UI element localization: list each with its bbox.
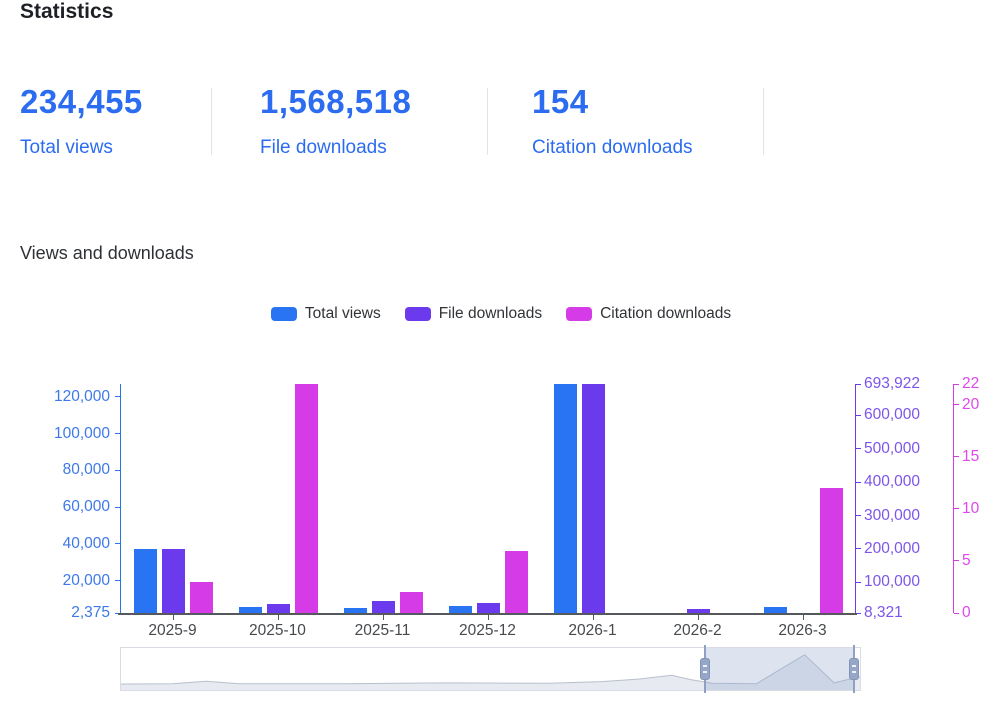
bar-total-views-2025-9[interactable]: [134, 549, 157, 613]
y-axis-label: 400,000: [864, 473, 954, 491]
y-axis-label: 120,000: [20, 388, 110, 406]
y-axis-tick: [954, 508, 959, 509]
bar-citation-downloads-2025-9[interactable]: [190, 582, 213, 613]
x-axis-tick: [803, 615, 804, 620]
y-axis-label: 22: [962, 375, 1002, 393]
y-axis-citations: [953, 384, 954, 613]
y-axis-tick: [115, 580, 120, 581]
bar-file-downloads-2025-10[interactable]: [267, 604, 290, 613]
x-axis-label: 2025-11: [338, 622, 428, 640]
x-axis-tick: [488, 615, 489, 620]
x-axis-label: 2025-9: [128, 622, 218, 640]
datazoom-right-handle[interactable]: [849, 658, 859, 680]
y-axis-tick: [856, 582, 861, 583]
y-axis-label: 60,000: [20, 498, 110, 516]
x-axis-tick: [173, 615, 174, 620]
x-axis-label: 2025-10: [233, 622, 323, 640]
y-axis-label: 0: [962, 604, 1002, 622]
y-axis-tick: [115, 507, 120, 508]
datazoom-window[interactable]: [706, 648, 856, 690]
datazoom-track[interactable]: [120, 647, 861, 691]
y-axis-tick: [115, 396, 120, 397]
y-axis-tick: [954, 560, 959, 561]
bar-citation-downloads-2025-11[interactable]: [400, 592, 423, 613]
bar-total-views-2026-1[interactable]: [554, 384, 577, 613]
x-axis-label: 2026-1: [548, 622, 638, 640]
y-axis-tick: [954, 613, 959, 614]
x-axis-tick: [278, 615, 279, 620]
y-axis-tick: [856, 515, 861, 516]
y-axis-label: 100,000: [864, 573, 954, 591]
y-axis-tick: [954, 384, 959, 385]
y-axis-label: 600,000: [864, 406, 954, 424]
bar-total-views-2025-12[interactable]: [449, 606, 472, 613]
y-axis-label: 8,321: [864, 604, 954, 622]
y-axis-tick: [856, 448, 861, 449]
bar-file-downloads-2026-2[interactable]: [687, 609, 710, 613]
bar-file-downloads-2025-9[interactable]: [162, 549, 185, 613]
views-downloads-chart: 2,375 20,000 40,000 60,000 80,000 100,000 120,…: [0, 0, 1002, 707]
y-axis-label: 500,000: [864, 440, 954, 458]
bar-file-downloads-2025-11[interactable]: [372, 601, 395, 613]
bar-total-views-2026-3[interactable]: [764, 607, 787, 613]
y-axis-label: 15: [962, 448, 1002, 466]
y-axis-label: 200,000: [864, 540, 954, 558]
bar-file-downloads-2025-12[interactable]: [477, 603, 500, 613]
bar-citation-downloads-2025-10[interactable]: [295, 384, 318, 613]
bar-file-downloads-2026-1[interactable]: [582, 384, 605, 613]
x-axis-tick: [593, 615, 594, 620]
bar-total-views-2025-11[interactable]: [344, 608, 367, 613]
x-axis-tick: [383, 615, 384, 620]
y-axis-label: 693,922: [864, 375, 954, 393]
y-axis-tick: [115, 543, 120, 544]
y-axis-tick: [856, 384, 861, 385]
y-axis-views: [120, 384, 121, 613]
y-axis-label: 5: [962, 552, 1002, 570]
y-axis-label: 80,000: [20, 461, 110, 479]
bar-total-views-2025-10[interactable]: [239, 607, 262, 613]
y-axis-label: 2,375: [20, 604, 110, 622]
y-axis-downloads: [855, 384, 856, 613]
x-axis-tick: [698, 615, 699, 620]
y-axis-label: 10: [962, 500, 1002, 518]
y-axis-label: 100,000: [20, 425, 110, 443]
y-axis-tick: [954, 456, 959, 457]
y-axis-label: 20,000: [20, 572, 110, 590]
y-axis-label: 40,000: [20, 535, 110, 553]
y-axis-tick: [115, 470, 120, 471]
y-axis-label: 20: [962, 396, 1002, 414]
y-axis-tick: [115, 433, 120, 434]
x-axis-label: 2025-12: [443, 622, 533, 640]
x-axis-label: 2026-3: [758, 622, 848, 640]
y-axis-tick: [856, 548, 861, 549]
y-axis-label: 300,000: [864, 507, 954, 525]
bar-citation-downloads-2026-3[interactable]: [820, 488, 843, 613]
y-axis-tick: [954, 404, 959, 405]
y-axis-tick: [856, 415, 861, 416]
x-axis-label: 2026-2: [653, 622, 743, 640]
y-axis-tick: [856, 482, 861, 483]
bar-citation-downloads-2025-12[interactable]: [505, 551, 528, 613]
datazoom-left-handle[interactable]: [700, 658, 710, 680]
